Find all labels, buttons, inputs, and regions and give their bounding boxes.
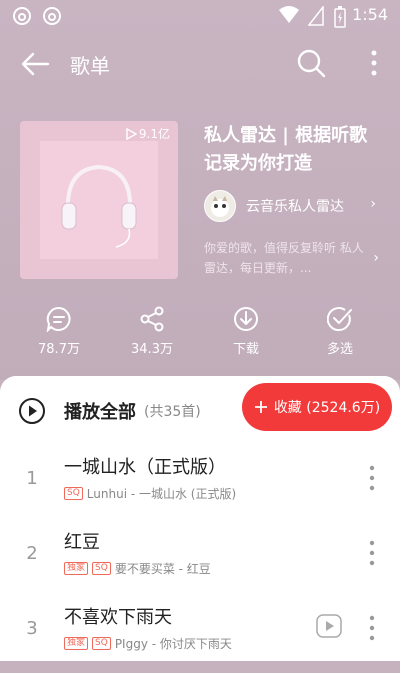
song-index: 2 [26, 543, 38, 564]
download-button[interactable]: 下载 [211, 306, 281, 357]
plus-icon [254, 401, 267, 413]
back-arrow-icon[interactable] [20, 50, 50, 78]
quality-badge: SQ [64, 487, 83, 500]
app-logo-icon [13, 7, 31, 25]
avatar-image [211, 196, 229, 217]
song-row[interactable]: 2 红豆 独家 SQ 要不要买菜 - 红豆 [0, 523, 400, 598]
playlist-description[interactable]: 你爱的歌，值得反复聆听 私人雷达，每日更新，... › [204, 238, 379, 278]
download-label: 下载 [232, 342, 259, 357]
status-time: 1:54 [352, 5, 388, 24]
collect-button[interactable]: 收藏 (2524.6万) [242, 383, 392, 431]
multiselect-label: 多选 [326, 342, 353, 357]
page-title: 歌单 [70, 54, 110, 78]
song-subtitle: SQ Lunhui - 一城山水 (正式版) [64, 485, 236, 502]
song-artist-album: Lunhui - 一城山水 (正式版) [86, 487, 237, 501]
share-count: 34.3万 [131, 342, 173, 357]
song-subtitle: 独家 SQ 要不要买菜 - 红豆 [64, 560, 211, 577]
song-row[interactable]: 3 不喜欢下雨天 独家 SQ PIggy - 你讨厌下雨天 [0, 598, 400, 673]
song-index: 3 [26, 618, 38, 639]
song-artist-album: PIggy - 你讨厌下雨天 [114, 637, 232, 651]
playlist-cover[interactable]: 9.1亿 [20, 121, 178, 279]
wifi-icon [279, 6, 299, 23]
description-text: 你爱的歌，值得反复聆听 私人雷达，每日更新，... [204, 241, 364, 275]
multiselect-icon [327, 307, 352, 332]
app-logo-icon [43, 7, 61, 25]
battery-icon [334, 6, 346, 28]
comments-button[interactable]: 78.7万 [24, 306, 94, 357]
chevron-right-icon: › [370, 196, 376, 212]
song-list-panel: 播放全部 (共35首) 收藏 (2524.6万) 1 一城山水（正式版） SQ … [0, 376, 400, 661]
playlist-creator[interactable]: 云音乐私人雷达 › [204, 190, 384, 222]
play-count-value: 9.1亿 [138, 127, 170, 141]
status-bar: 1:54 [0, 0, 400, 32]
search-icon[interactable] [296, 48, 326, 78]
song-title: 不喜欢下雨天 [64, 607, 172, 628]
song-count: (共35首) [144, 404, 201, 420]
play-count: 9.1亿 [125, 125, 170, 142]
exclusive-badge: 独家 [64, 637, 89, 650]
more-vertical-icon[interactable] [366, 48, 382, 78]
song-title: 红豆 [64, 532, 100, 553]
quality-badge: SQ [92, 562, 111, 575]
playlist-title: 私人雷达 | 根据听歌记录为你打造 [204, 125, 368, 174]
share-icon [140, 306, 164, 332]
song-index: 1 [26, 468, 38, 489]
creator-name: 云音乐私人雷达 [246, 199, 344, 215]
play-circle-icon [19, 398, 45, 424]
collect-label: 收藏 (2524.6万) [273, 400, 381, 416]
comment-icon [46, 306, 71, 332]
play-all-label: 播放全部 [64, 402, 136, 423]
play-count-icon [126, 127, 137, 140]
headphones-image [61, 164, 137, 248]
song-artist-album: 要不要买菜 - 红豆 [114, 562, 211, 576]
sim-icon [308, 6, 324, 26]
exclusive-badge: 独家 [64, 562, 89, 575]
more-vertical-icon[interactable] [368, 464, 376, 492]
share-button[interactable]: 34.3万 [117, 306, 187, 357]
avatar [204, 190, 236, 222]
mv-icon[interactable] [316, 614, 342, 638]
multiselect-button[interactable]: 多选 [305, 306, 375, 357]
chevron-right-icon: › [373, 250, 379, 266]
top-nav: 歌单 [0, 40, 400, 88]
more-vertical-icon[interactable] [368, 539, 376, 567]
download-icon [234, 307, 258, 331]
song-row[interactable]: 1 一城山水（正式版） SQ Lunhui - 一城山水 (正式版) [0, 448, 400, 523]
more-vertical-icon[interactable] [368, 614, 376, 642]
song-subtitle: 独家 SQ PIggy - 你讨厌下雨天 [64, 635, 232, 652]
song-title: 一城山水（正式版） [64, 457, 226, 478]
quality-badge: SQ [92, 637, 111, 650]
action-row: 78.7万 34.3万 下载 多选 [0, 306, 400, 366]
comments-count: 78.7万 [38, 342, 80, 357]
